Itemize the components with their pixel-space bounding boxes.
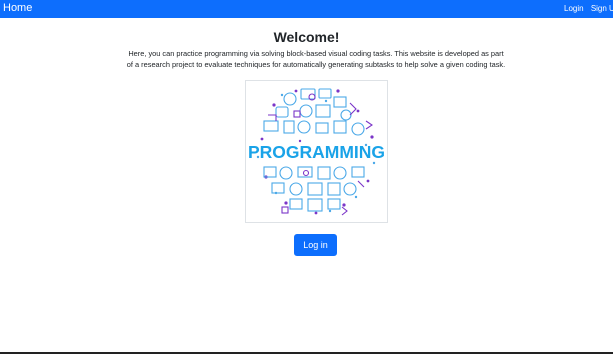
block-icon	[293, 110, 301, 118]
play-icon	[365, 120, 373, 130]
bulb-icon	[340, 109, 352, 121]
bracket-icon	[268, 114, 277, 121]
user-icon	[299, 104, 313, 118]
document-icon	[333, 96, 347, 108]
intro-line-1: Here, you can practice programming via s…	[128, 49, 504, 58]
cloud-icon	[351, 122, 365, 136]
signup-link[interactable]: Sign Up	[591, 4, 613, 13]
screen-icon	[263, 120, 279, 132]
window-icon	[318, 88, 332, 99]
arrow-icon	[341, 206, 348, 216]
avatar-icon	[279, 166, 293, 180]
browser-icon	[315, 122, 329, 134]
slash-icon	[357, 180, 365, 188]
folder-icon	[327, 198, 341, 210]
slides-icon	[307, 182, 323, 196]
desktop-icon	[307, 198, 323, 212]
intro-line-2: of a research project to evaluate techni…	[126, 60, 506, 69]
programming-icon-circle: PROGRAMMING	[248, 88, 385, 216]
keyboard-icon	[289, 198, 303, 210]
intro-text: Here, you can practice programming via s…	[100, 48, 532, 70]
home-link[interactable]: Home	[3, 1, 32, 16]
programming-illustration: PROGRAMMING	[245, 80, 388, 223]
page: Home Login Sign Up Welcome! Here, you ca…	[0, 0, 613, 354]
top-navbar: Home Login Sign Up	[0, 0, 613, 18]
login-link[interactable]: Login	[564, 4, 584, 13]
database-icon	[317, 166, 331, 180]
login-button[interactable]: Log in	[294, 234, 337, 256]
laptop-icon	[275, 106, 289, 118]
tablet-icon	[271, 182, 285, 194]
team-icon	[333, 166, 347, 180]
person-icon	[297, 120, 311, 134]
calendar-icon	[327, 182, 341, 196]
node-icon	[302, 169, 310, 177]
analytics-icon	[351, 166, 365, 178]
phone-icon	[283, 120, 295, 134]
nav-links: Login Sign Up	[564, 3, 613, 15]
chip-icon	[333, 120, 347, 134]
page-title: Welcome!	[273, 29, 340, 45]
square-icon	[281, 206, 289, 214]
programming-word: PROGRAMMING	[248, 142, 385, 162]
network-icon	[343, 182, 357, 196]
code-window-icon	[315, 104, 331, 118]
headset-icon	[289, 182, 303, 196]
gear-icon	[283, 92, 297, 106]
